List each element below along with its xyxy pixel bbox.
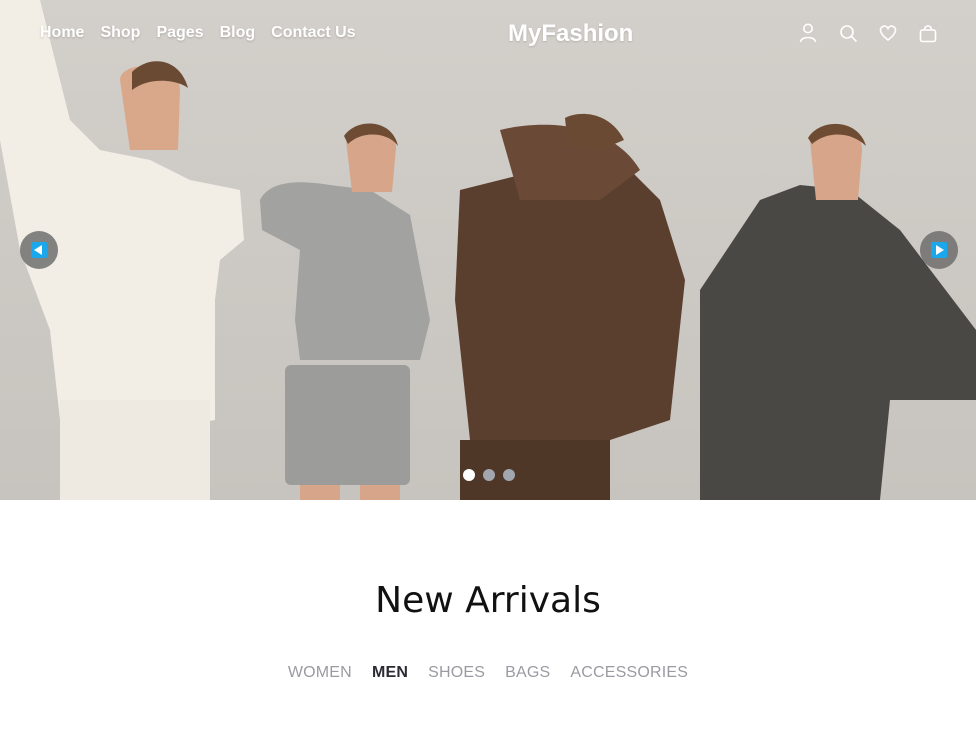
slider-dots xyxy=(463,469,515,481)
nav-link-home[interactable]: Home xyxy=(40,24,84,42)
slider-dot-3[interactable] xyxy=(503,469,515,481)
hero-slider: Home Shop Pages Blog Contact Us MyFashio… xyxy=(0,0,976,500)
heart-icon[interactable] xyxy=(878,22,898,44)
arrow-left-icon xyxy=(31,242,47,258)
category-filters: WOMEN MEN SHOES BAGS ACCESSORIES xyxy=(0,664,976,682)
nav-link-blog[interactable]: Blog xyxy=(220,24,256,42)
slider-dot-2[interactable] xyxy=(483,469,495,481)
top-nav: Home Shop Pages Blog Contact Us MyFashio… xyxy=(0,0,976,66)
filter-bags[interactable]: BAGS xyxy=(505,664,550,682)
model-brown xyxy=(455,113,685,500)
filter-shoes[interactable]: SHOES xyxy=(428,664,485,682)
arrow-right-icon xyxy=(931,242,947,258)
brand-logo[interactable]: MyFashion xyxy=(508,20,633,48)
model-grey xyxy=(260,123,430,500)
filter-accessories[interactable]: ACCESSORIES xyxy=(570,664,688,682)
slider-dot-1[interactable] xyxy=(463,469,475,481)
nav-link-pages[interactable]: Pages xyxy=(156,24,203,42)
nav-links: Home Shop Pages Blog Contact Us xyxy=(40,24,356,42)
user-icon[interactable] xyxy=(798,22,818,44)
filter-women[interactable]: WOMEN xyxy=(288,664,352,682)
search-icon[interactable] xyxy=(838,22,858,44)
nav-link-contact[interactable]: Contact Us xyxy=(271,24,355,42)
filter-men[interactable]: MEN xyxy=(372,664,408,682)
nav-link-shop[interactable]: Shop xyxy=(100,24,140,42)
hero-image xyxy=(0,0,976,500)
slider-next-button[interactable] xyxy=(920,231,958,269)
bag-icon[interactable] xyxy=(918,22,938,44)
slider-prev-button[interactable] xyxy=(20,231,58,269)
nav-icons xyxy=(798,22,938,44)
section-title: New Arrivals xyxy=(375,580,601,621)
model-charcoal xyxy=(700,123,976,500)
